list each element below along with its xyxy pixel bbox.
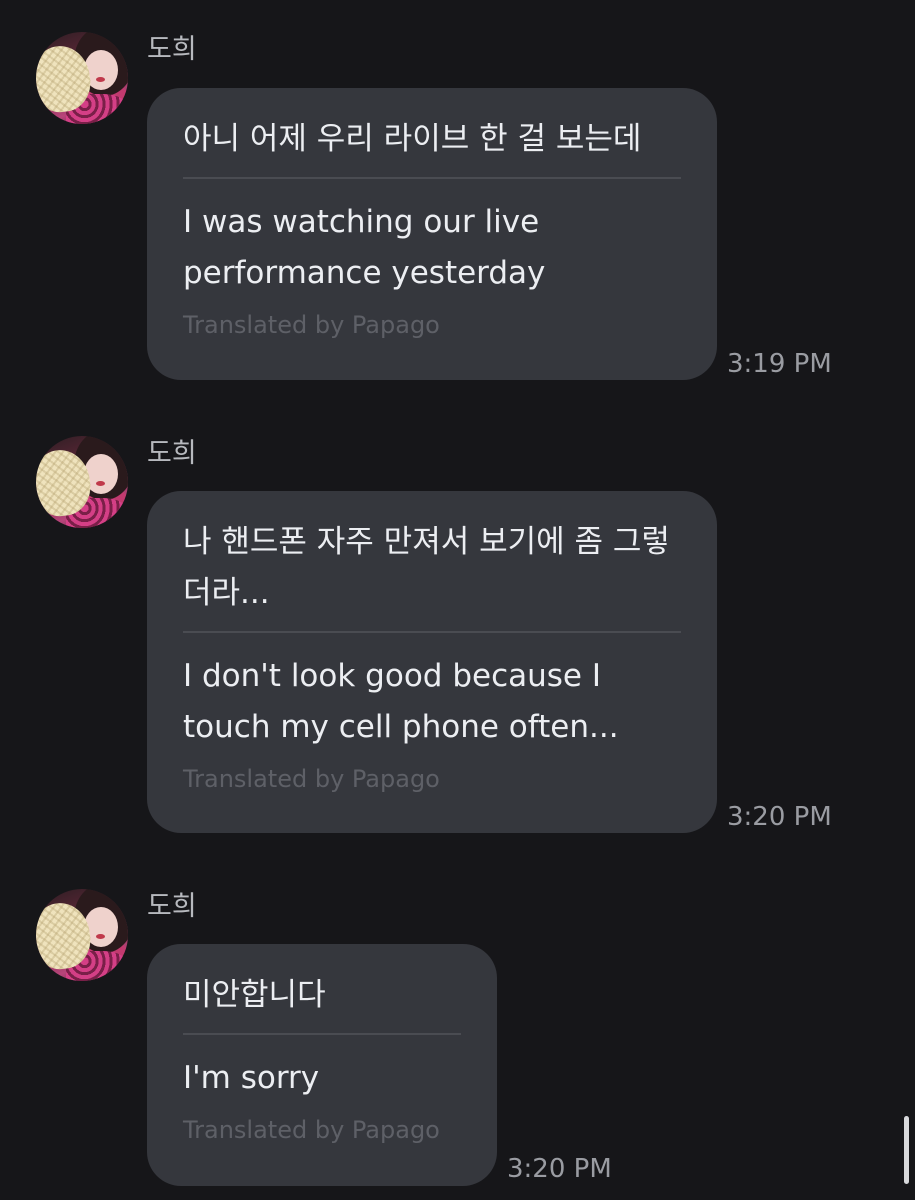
sender-avatar[interactable] [36, 889, 128, 981]
message-timestamp: 3:19 PM [727, 349, 832, 379]
translation-credit: Translated by Papago [183, 311, 440, 339]
translated-text: I was watching our live performance yest… [183, 204, 546, 291]
translation-divider [183, 631, 681, 633]
message-timestamp: 3:20 PM [727, 802, 832, 832]
original-text: 아니 어제 우리 라이브 한 걸 보는데 [183, 121, 642, 157]
translated-text: I'm sorry [183, 1060, 320, 1096]
translation-credit: Translated by Papago [183, 765, 440, 793]
sender-name: 도희 [147, 438, 197, 469]
sender-avatar[interactable] [36, 436, 128, 528]
original-text: 나 핸드폰 자주 만져서 보기에 좀 그렇더라... [183, 524, 670, 611]
original-text: 미안합니다 [183, 977, 326, 1013]
translation-divider [183, 1033, 461, 1035]
message-bubble[interactable]: 아니 어제 우리 라이브 한 걸 보는데 I was watching our … [147, 88, 717, 380]
message-timestamp: 3:20 PM [507, 1154, 612, 1184]
message-bubble[interactable]: 나 핸드폰 자주 만져서 보기에 좀 그렇더라... I don't look … [147, 491, 717, 833]
sender-name: 도희 [147, 34, 197, 65]
translated-text: I don't look good because I touch my cel… [183, 658, 619, 745]
scrollbar[interactable] [904, 1116, 909, 1184]
message-bubble[interactable]: 미안합니다 I'm sorry Translated by Papago [147, 944, 497, 1186]
sender-avatar[interactable] [36, 32, 128, 124]
translation-divider [183, 177, 681, 179]
sender-name: 도희 [147, 891, 197, 922]
translation-credit: Translated by Papago [183, 1116, 440, 1144]
